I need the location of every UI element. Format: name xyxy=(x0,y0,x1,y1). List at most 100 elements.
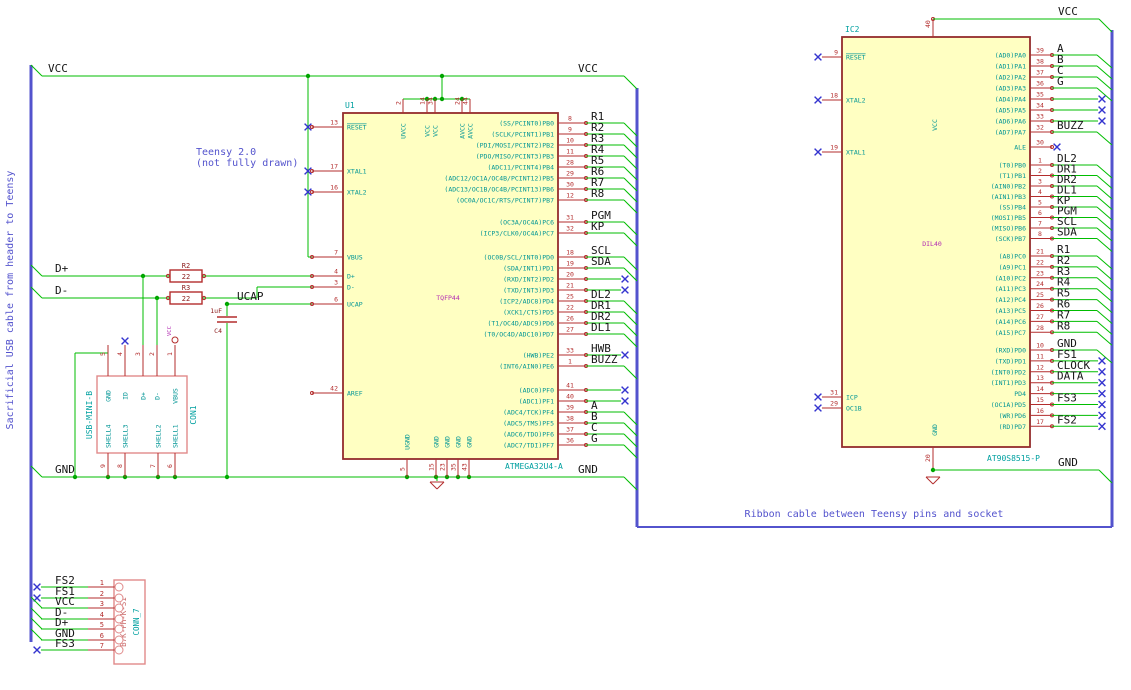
pin-name: ALE xyxy=(1014,144,1026,152)
pin-number: 16 xyxy=(1036,407,1044,415)
pin-name: (WR)PD6 xyxy=(999,412,1026,420)
net-label-gnd: GND xyxy=(55,463,75,476)
pin-name: VBUS xyxy=(347,254,363,262)
pin-name: (ADC1)PF1 xyxy=(519,398,554,406)
conn7-pin-circle xyxy=(114,645,124,655)
pin-name: (ADC12/OC1A/OC4B/PCINT12)PB5 xyxy=(444,175,554,183)
pin-number: 19 xyxy=(830,144,838,152)
ic-u1-ref: U1 xyxy=(345,101,355,110)
pin-number: 14 xyxy=(1036,385,1044,393)
pin-name: (SCLK/PCINT1)PB1 xyxy=(491,131,554,139)
wire xyxy=(1098,469,1113,484)
wire xyxy=(623,256,638,271)
pin-name: (INT0)PD2 xyxy=(991,368,1026,376)
pin-number: 4 xyxy=(100,611,104,619)
pin-number: 8 xyxy=(116,464,124,468)
wire xyxy=(1096,331,1113,346)
pin-number: 36 xyxy=(1036,80,1044,88)
wire xyxy=(1096,349,1113,364)
pin-number: 25 xyxy=(566,293,574,301)
pin-name: (OC0B/SCL/INT0)PD0 xyxy=(484,254,555,262)
net-label: KP xyxy=(591,220,605,233)
pin-number: 35 xyxy=(450,463,458,471)
wire xyxy=(623,155,638,170)
con1-ref: CON1 xyxy=(189,405,198,424)
pin-name: (AD1)PA1 xyxy=(995,63,1026,71)
note-ribbon-cable: Ribbon cable between Teensy pins and soc… xyxy=(745,509,1004,520)
gnd-symbol xyxy=(925,476,934,485)
pin-name: D- xyxy=(347,284,355,292)
pin-number: 33 xyxy=(566,347,574,355)
pin-number: 28 xyxy=(566,159,574,167)
pin-name: XTAL2 xyxy=(347,189,367,197)
pin-number: 38 xyxy=(1036,58,1044,66)
pin-name: (A14)PC6 xyxy=(995,318,1026,326)
pin-name: UGND xyxy=(404,434,412,450)
net-label-dplus: D+ xyxy=(55,262,69,275)
pin-name: (SCK)PB7 xyxy=(995,235,1026,243)
pin-number: 31 xyxy=(566,214,574,222)
pin-name: (A12)PC4 xyxy=(995,296,1026,304)
pin-number: 7 xyxy=(100,642,104,650)
pin-name: ID xyxy=(122,392,130,400)
conn7-pin-circle xyxy=(114,582,124,592)
conn7-ref: CONN_7 xyxy=(132,608,141,635)
wire xyxy=(1096,310,1113,324)
pin-number: 40 xyxy=(566,393,574,401)
pin-number: 6 xyxy=(1038,209,1042,217)
resistor-value: 22 xyxy=(182,273,190,281)
pin-name: RESET xyxy=(846,54,866,62)
gnd-symbol xyxy=(932,476,941,485)
capacitor-value: 1uF xyxy=(210,307,222,315)
bus-entry xyxy=(30,607,43,620)
pin-number: 3 xyxy=(334,279,338,287)
pin-name: (TXD)PD1 xyxy=(995,357,1026,365)
pin-number: 19 xyxy=(566,260,574,268)
pin-number: 32 xyxy=(1036,124,1044,132)
pin-name: (T0)PB0 xyxy=(999,162,1026,170)
pin-number: 22 xyxy=(566,304,574,312)
wire xyxy=(1096,175,1113,189)
pin-name: (OC1A)PD5 xyxy=(991,401,1026,409)
pin-name: GND xyxy=(466,436,474,448)
pin-number: 3 xyxy=(134,352,142,356)
pin-name: (AD5)PA5 xyxy=(995,107,1026,115)
wire xyxy=(623,199,638,214)
pin-number: 1 xyxy=(1038,157,1042,165)
pin-name: UVCC xyxy=(400,123,408,139)
pin-number: 37 xyxy=(566,426,574,434)
pin-number: 27 xyxy=(566,326,574,334)
net-label: FS3 xyxy=(1057,392,1077,405)
ic-u1-value: ATMEGA32U4-A xyxy=(505,462,563,471)
pin-number: 8 xyxy=(1038,230,1042,238)
pin-name: AVCC xyxy=(459,123,467,139)
wire xyxy=(623,433,638,448)
pin-name: (AD0)PA0 xyxy=(995,52,1026,60)
wire xyxy=(30,286,43,299)
note-sacrificial-usb-cable: Sacrificial USB cable from header to Tee… xyxy=(5,171,16,430)
net-label: SDA xyxy=(1057,226,1077,239)
pin-number: 6 xyxy=(166,464,174,468)
pin-name: RESET xyxy=(347,124,367,132)
pin-name: (MOSI)PB5 xyxy=(991,214,1026,222)
wire xyxy=(1096,266,1113,281)
pin-number: 8 xyxy=(568,115,572,123)
net-label: DATA xyxy=(1057,370,1084,383)
pin-number: 21 xyxy=(1036,248,1044,256)
pin-name: VBUS xyxy=(172,388,180,404)
net-label-dminus: D- xyxy=(55,284,68,297)
pin-number: 9 xyxy=(834,49,838,57)
pin-name: (INT1)PD3 xyxy=(991,379,1026,387)
pin-name: VCC xyxy=(931,119,939,131)
capacitor-ref: C4 xyxy=(214,327,222,335)
pin-number: 9 xyxy=(99,464,107,468)
pin-name: (SS)PB4 xyxy=(999,204,1026,212)
pin-number: 30 xyxy=(566,181,574,189)
pin-name: (RXD/INT2)PD2 xyxy=(503,276,554,284)
pin-number: 37 xyxy=(1036,69,1044,77)
pin-name: SHELL1 xyxy=(172,424,180,448)
pin-number: 41 xyxy=(566,382,574,390)
pin-number: 1 xyxy=(568,358,572,366)
wire xyxy=(623,75,638,90)
wire xyxy=(623,476,638,491)
